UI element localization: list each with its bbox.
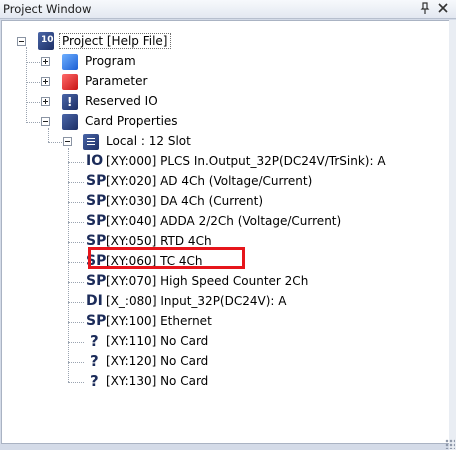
project-window: Project Window 10 Project [Help File] Pr…: [0, 0, 456, 450]
slot-label[interactable]: [XY:030] DA 4Ch (Current): [106, 194, 263, 208]
parameter-icon: [62, 74, 78, 90]
project-icon: 10: [38, 32, 54, 50]
no-card-icon: ?: [90, 352, 99, 370]
special-card-icon: SP: [86, 233, 107, 249]
special-card-icon: SP: [86, 173, 107, 189]
slot-label[interactable]: [X_:080] Input_32P(DC24V): A: [106, 294, 286, 308]
slot-label[interactable]: [XY:120] No Card: [106, 354, 208, 368]
slot-label[interactable]: [XY:130] No Card: [106, 374, 208, 388]
slot-label[interactable]: [XY:040] ADDA 2/2Ch (Voltage/Current): [106, 214, 341, 228]
tree-item-parameter[interactable]: Parameter: [85, 74, 147, 88]
highlight-box: [88, 247, 245, 269]
special-card-icon: SP: [86, 313, 107, 329]
special-card-icon: SP: [86, 193, 107, 209]
special-card-icon: SP: [86, 213, 107, 229]
expand-toggle[interactable]: [41, 57, 50, 66]
collapse-toggle[interactable]: [63, 137, 72, 146]
tree-pane: 10 Project [Help File] Program Parameter…: [1, 20, 450, 444]
tree-item-program[interactable]: Program: [85, 54, 136, 68]
program-icon: [62, 54, 78, 70]
tree-item-local[interactable]: Local : 12 Slot: [106, 134, 191, 148]
slot-label[interactable]: [XY:020] AD 4Ch (Voltage/Current): [106, 174, 312, 188]
pin-icon[interactable]: [418, 1, 432, 15]
window-titlebar[interactable]: Project Window: [0, 0, 456, 19]
resize-grip[interactable]: [445, 439, 455, 449]
tree-item-reserved-io[interactable]: Reserved IO: [85, 94, 158, 108]
collapse-toggle[interactable]: [17, 37, 26, 46]
slot-label[interactable]: [XY:050] RTD 4Ch: [106, 234, 212, 248]
slot-label[interactable]: [XY:070] High Speed Counter 2Ch: [106, 274, 308, 288]
slot-label[interactable]: [XY:110] No Card: [106, 334, 208, 348]
window-title: Project Window: [3, 2, 92, 16]
collapse-toggle[interactable]: [41, 117, 50, 126]
io-card-icon: IO: [86, 153, 104, 169]
expand-toggle[interactable]: [41, 77, 50, 86]
tree-root-label[interactable]: Project [Help File]: [59, 33, 171, 49]
special-card-icon: SP: [86, 273, 107, 289]
no-card-icon: ?: [90, 332, 99, 350]
local-icon: [83, 134, 99, 150]
tree-item-card-properties[interactable]: Card Properties: [85, 114, 178, 128]
card-properties-icon: [62, 114, 78, 130]
reserved-io-icon: !: [62, 94, 78, 110]
no-card-icon: ?: [90, 372, 99, 390]
vertical-scrollbar[interactable]: [449, 20, 456, 450]
expand-toggle[interactable]: [41, 97, 50, 106]
close-icon[interactable]: [436, 1, 450, 15]
slot-label[interactable]: [XY:000] PLCS In.Output_32P(DC24V/TrSink…: [106, 154, 386, 168]
slot-label[interactable]: [XY:100] Ethernet: [106, 314, 212, 328]
digital-input-icon: DI: [86, 293, 103, 309]
